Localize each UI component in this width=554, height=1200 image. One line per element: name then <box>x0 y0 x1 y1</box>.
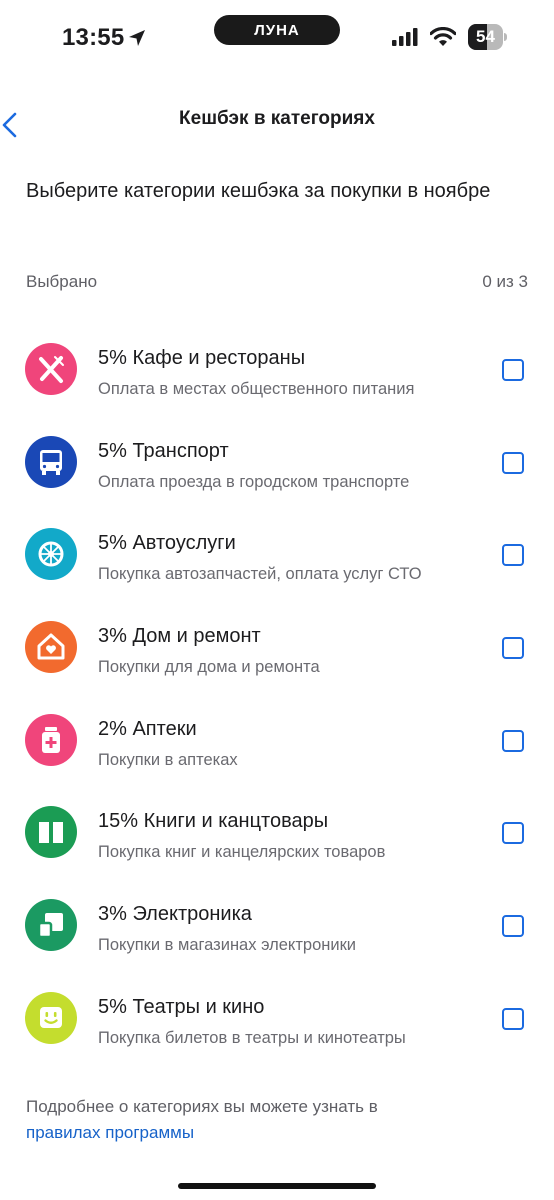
battery-indicator: 54 <box>468 24 508 50</box>
category-subtitle: Покупки в магазинах электроники <box>98 936 357 955</box>
footer-text: Подробнее о категориях вы можете узнать … <box>26 1097 378 1116</box>
category-row-pharmacy[interactable]: 2% Аптеки Покупки в аптеках <box>0 694 554 787</box>
island-label: ЛУНА <box>254 21 300 39</box>
dynamic-island: ЛУНА <box>214 15 340 45</box>
smile-screen-icon <box>25 991 77 1044</box>
category-title: 3% Электроника <box>98 903 252 926</box>
battery-percent: 54 <box>476 27 495 46</box>
category-subtitle: Покупка билетов в театры и кинотеатры <box>98 1028 406 1047</box>
status-time: 13:55 <box>62 24 125 51</box>
category-checkbox[interactable] <box>502 451 524 474</box>
category-row-theater[interactable]: 5% Театры и кино Покупка билетов в театр… <box>0 972 554 1065</box>
category-subtitle: Покупки в аптеках <box>98 750 238 769</box>
medicine-icon <box>25 713 77 766</box>
category-row-auto[interactable]: 5% Автоуслуги Покупка автозапчастей, опл… <box>0 508 554 601</box>
category-title: 5% Театры и кино <box>98 995 265 1018</box>
location-arrow-icon <box>129 30 145 46</box>
category-checkbox[interactable] <box>502 729 524 752</box>
cellular-signal-icon <box>392 28 418 46</box>
fork-knife-icon <box>25 343 77 395</box>
status-bar: 13:55 ЛУНА 54 <box>0 0 554 76</box>
category-title: 5% Транспорт <box>98 439 229 462</box>
program-rules-link[interactable]: правилах программы <box>26 1120 506 1146</box>
selected-label: Выбрано <box>26 272 98 291</box>
category-row-books[interactable]: 15% Книги и канцтовары Покупка книг и ка… <box>0 786 554 879</box>
book-icon <box>25 806 77 859</box>
category-row-home[interactable]: 3% Дом и ремонт Покупки для дома и ремон… <box>0 601 554 694</box>
category-subtitle: Оплата проезда в городском транспорте <box>98 472 410 491</box>
category-checkbox[interactable] <box>502 915 524 938</box>
selected-counter: Выбрано 0 из 3 <box>26 272 528 294</box>
page-title: Кешбэк в категориях <box>179 108 375 129</box>
wheel-icon <box>25 528 77 581</box>
category-checkbox[interactable] <box>502 822 524 845</box>
category-subtitle: Покупка автозапчастей, оплата услуг СТО <box>98 565 422 584</box>
selected-count: 0 из 3 <box>482 272 528 291</box>
category-checkbox[interactable] <box>502 544 524 567</box>
category-title: 5% Автоуслуги <box>98 532 236 555</box>
devices-icon <box>25 899 77 952</box>
footer-note: Подробнее о категориях вы можете узнать … <box>26 1094 506 1146</box>
category-list: 5% Кафе и рестораны Оплата в местах обще… <box>0 323 554 1065</box>
category-checkbox[interactable] <box>502 1007 524 1030</box>
wifi-icon <box>430 27 456 46</box>
home-indicator[interactable] <box>178 1183 376 1189</box>
category-subtitle: Оплата в местах общественного питания <box>98 380 415 398</box>
bus-icon <box>25 435 77 488</box>
category-row-transport[interactable]: 5% Транспорт Оплата проезда в городском … <box>0 416 554 509</box>
category-title: 15% Книги и канцтовары <box>98 810 329 833</box>
category-row-cafe[interactable]: 5% Кафе и рестораны Оплата в местах обще… <box>0 323 554 416</box>
category-title: 5% Кафе и рестораны <box>98 347 306 369</box>
nav-bar: Кешбэк в категориях <box>0 96 554 144</box>
category-checkbox[interactable] <box>502 637 524 660</box>
intro-text: Выберите категории кешбэка за покупки в … <box>26 180 491 202</box>
home-heart-icon <box>25 621 77 674</box>
category-subtitle: Покупки для дома и ремонта <box>98 658 320 677</box>
category-title: 2% Аптеки <box>98 717 197 740</box>
category-subtitle: Покупка книг и канцелярских товаров <box>98 843 386 862</box>
category-row-electronics[interactable]: 3% Электроника Покупки в магазинах элект… <box>0 879 554 972</box>
category-checkbox[interactable] <box>502 359 524 381</box>
category-title: 3% Дом и ремонт <box>98 625 261 648</box>
